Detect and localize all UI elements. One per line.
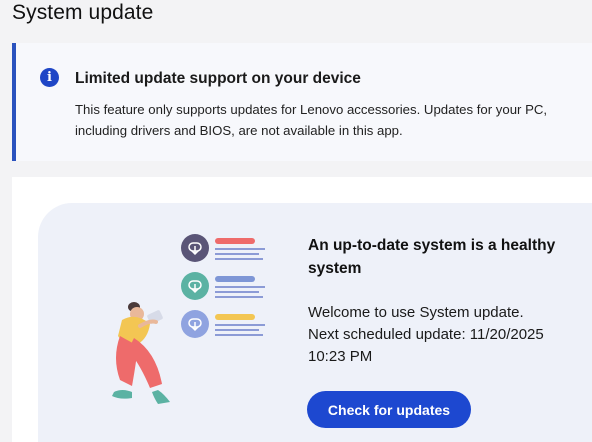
welcome-text: Welcome to use System update. <box>308 304 524 321</box>
next-scheduled-update: Next scheduled update: 11/20/2025 10:23 … <box>308 326 544 365</box>
banner-message: This feature only supports updates for L… <box>75 102 548 138</box>
banner-title: Limited update support on your device <box>75 70 361 87</box>
update-illustration <box>112 234 265 404</box>
page-title: System update <box>12 1 154 24</box>
check-for-updates-button[interactable]: Check for updates <box>307 391 471 428</box>
download-card-3 <box>181 310 265 338</box>
status-description: Welcome to use System update. Next sched… <box>308 302 578 368</box>
person-figure <box>112 302 170 404</box>
limited-support-banner: i Limited update support on your device … <box>12 43 592 161</box>
status-heading: An up-to-date system is a healthy system <box>308 237 556 277</box>
download-card-1 <box>181 234 265 262</box>
info-icon: i <box>40 68 59 87</box>
download-card-2 <box>181 272 265 300</box>
